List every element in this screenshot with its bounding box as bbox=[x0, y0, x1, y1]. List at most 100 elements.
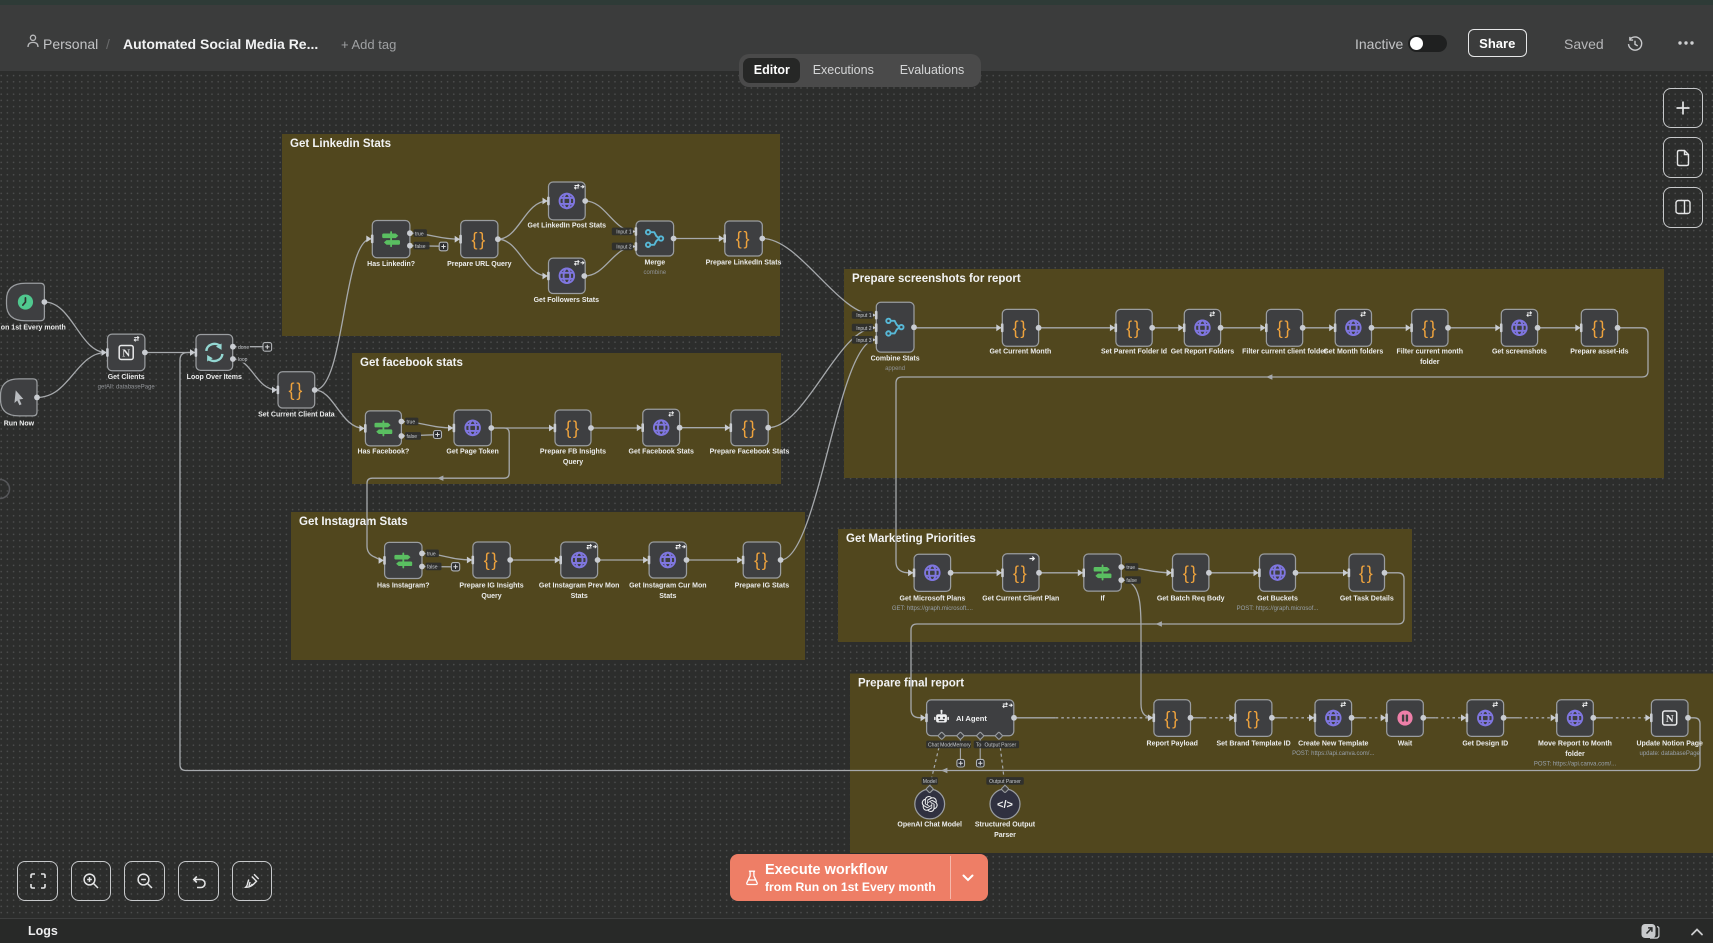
svg-text:POST: https://api.canva.com/..: POST: https://api.canva.com/... bbox=[1292, 751, 1375, 757]
svg-text:GET: https://graph.microsoft..: GET: https://graph.microsoft.... bbox=[892, 606, 973, 612]
svg-text:Input 2: Input 2 bbox=[856, 326, 872, 332]
svg-text:Set Brand Template ID: Set Brand Template ID bbox=[1217, 741, 1291, 748]
svg-text:false: false bbox=[427, 565, 438, 571]
svg-text:Get Facebook Stats: Get Facebook Stats bbox=[629, 449, 694, 456]
svg-text:{}: {} bbox=[1246, 708, 1262, 728]
svg-text:Get LinkedIn Post Stats: Get LinkedIn Post Stats bbox=[528, 223, 607, 230]
svg-text:Input 1: Input 1 bbox=[856, 313, 872, 319]
svg-text:update: databasePage: update: databasePage bbox=[1640, 751, 1701, 757]
svg-text:Combine Stats: Combine Stats bbox=[871, 356, 920, 363]
svg-text:Model: Model bbox=[923, 779, 937, 785]
svg-text:Get Instagram Prev Mon: Get Instagram Prev Mon bbox=[539, 583, 620, 590]
svg-text:Get Clients: Get Clients bbox=[108, 374, 145, 381]
svg-text:getAll: databasePage: getAll: databasePage bbox=[98, 384, 156, 390]
svg-text:POST: https://api.canva.com/..: POST: https://api.canva.com/... bbox=[1534, 761, 1617, 767]
svg-text:Prepare FB Insights: Prepare FB Insights bbox=[540, 449, 606, 456]
svg-text:Memory: Memory bbox=[952, 743, 971, 749]
svg-text:Prepare Facebook Stats: Prepare Facebook Stats bbox=[710, 449, 790, 456]
svg-text:Structured Output: Structured Output bbox=[975, 822, 1036, 829]
svg-text:Prepare asset-ids: Prepare asset-ids bbox=[1570, 349, 1628, 356]
svg-text:Has Linkedin?: Has Linkedin? bbox=[367, 261, 415, 268]
svg-text:Get Current Client Plan: Get Current Client Plan bbox=[982, 596, 1059, 603]
svg-text:{}: {} bbox=[736, 229, 752, 249]
svg-text:{}: {} bbox=[1592, 318, 1608, 338]
svg-text:{}: {} bbox=[1164, 708, 1180, 728]
svg-text:If: If bbox=[1100, 596, 1105, 603]
svg-text:Parser: Parser bbox=[994, 832, 1016, 839]
svg-text:false: false bbox=[407, 434, 418, 440]
svg-text:true: true bbox=[407, 420, 416, 426]
svg-text:Merge: Merge bbox=[644, 260, 665, 267]
svg-text:Run Now: Run Now bbox=[4, 421, 35, 428]
svg-text:Query: Query bbox=[481, 593, 501, 600]
svg-text:true: true bbox=[1126, 565, 1135, 571]
svg-text:Get Instagram Cur Mon: Get Instagram Cur Mon bbox=[629, 583, 706, 590]
svg-text:Get Task Details: Get Task Details bbox=[1340, 596, 1394, 603]
svg-text:Loop Over Items: Loop Over Items bbox=[187, 374, 242, 381]
svg-text:Get Page Token: Get Page Token bbox=[446, 449, 498, 456]
svg-text:Get Report Folders: Get Report Folders bbox=[1171, 349, 1235, 356]
svg-text:Input 2: Input 2 bbox=[616, 245, 632, 251]
svg-text:done: done bbox=[238, 345, 249, 351]
svg-text:{}: {} bbox=[742, 418, 758, 438]
svg-text:Prepare IG Stats: Prepare IG Stats bbox=[735, 583, 790, 590]
svg-text:Query: Query bbox=[563, 459, 583, 466]
svg-text:Get Linkedin Stats: Get Linkedin Stats bbox=[290, 138, 391, 150]
svg-text:true: true bbox=[427, 552, 436, 558]
svg-text:{}: {} bbox=[754, 550, 770, 570]
svg-text:{}: {} bbox=[1422, 318, 1438, 338]
svg-text:Output Parser: Output Parser bbox=[989, 779, 1021, 785]
svg-text:Report Payload: Report Payload bbox=[1147, 741, 1198, 748]
svg-text:{}: {} bbox=[1183, 563, 1199, 583]
svg-text:Prepare URL Query: Prepare URL Query bbox=[447, 261, 512, 268]
svg-text:</>: </> bbox=[997, 799, 1013, 811]
svg-text:{}: {} bbox=[1013, 318, 1029, 338]
svg-text:Chat Model: Chat Model bbox=[928, 743, 954, 749]
svg-text:append: append bbox=[885, 366, 905, 372]
svg-text:Prepare screenshots for report: Prepare screenshots for report bbox=[852, 273, 1021, 285]
svg-text:false: false bbox=[1126, 578, 1137, 584]
svg-text:Input 3: Input 3 bbox=[856, 338, 872, 344]
svg-text:folder: folder bbox=[1420, 359, 1440, 366]
svg-text:Get Microsoft Plans: Get Microsoft Plans bbox=[900, 596, 966, 603]
svg-text:folder: folder bbox=[1565, 751, 1585, 758]
svg-text:Get Instagram Stats: Get Instagram Stats bbox=[299, 516, 408, 528]
svg-text:Get Month folders: Get Month folders bbox=[1323, 349, 1383, 356]
svg-text:Move Report to Month: Move Report to Month bbox=[1538, 741, 1612, 748]
svg-text:Stats: Stats bbox=[571, 593, 588, 600]
svg-text:true: true bbox=[415, 231, 424, 237]
svg-text:Get Design ID: Get Design ID bbox=[1462, 741, 1508, 748]
svg-text:Filter current month: Filter current month bbox=[1397, 349, 1464, 356]
svg-text:Prepare IG Insights: Prepare IG Insights bbox=[459, 583, 523, 590]
svg-text:Run on 1st Every month: Run on 1st Every month bbox=[0, 325, 66, 332]
svg-text:Get Followers Stats: Get Followers Stats bbox=[534, 297, 599, 304]
svg-text:N: N bbox=[122, 347, 130, 359]
svg-text:Output Parser: Output Parser bbox=[984, 743, 1016, 749]
svg-text:{}: {} bbox=[1126, 318, 1142, 338]
svg-text:combine: combine bbox=[643, 270, 666, 276]
svg-text:Set Parent Folder Id: Set Parent Folder Id bbox=[1101, 349, 1167, 356]
svg-text:Update Notion Page: Update Notion Page bbox=[1636, 741, 1703, 748]
svg-text:OpenAI Chat Model: OpenAI Chat Model bbox=[897, 822, 962, 829]
svg-text:Filter current client folder: Filter current client folder bbox=[1242, 349, 1327, 356]
svg-text:N: N bbox=[1666, 713, 1674, 725]
svg-text:Has Instagram?: Has Instagram? bbox=[377, 583, 430, 590]
svg-text:{}: {} bbox=[565, 418, 581, 438]
svg-text:Get Buckets: Get Buckets bbox=[1257, 596, 1298, 603]
svg-text:{}: {} bbox=[1359, 563, 1375, 583]
svg-text:{}: {} bbox=[484, 550, 500, 570]
svg-text:Get screenshots: Get screenshots bbox=[1492, 349, 1547, 356]
svg-text:Input 1: Input 1 bbox=[616, 230, 632, 236]
svg-text:Get Current Month: Get Current Month bbox=[989, 349, 1051, 356]
svg-text:Get Marketing Priorities: Get Marketing Priorities bbox=[846, 533, 976, 545]
svg-text:Has Facebook?: Has Facebook? bbox=[358, 449, 410, 456]
svg-text:Get Batch Req Body: Get Batch Req Body bbox=[1157, 596, 1225, 603]
svg-text:false: false bbox=[415, 244, 426, 250]
svg-text:Prepare LinkedIn Stats: Prepare LinkedIn Stats bbox=[706, 260, 782, 267]
svg-text:{}: {} bbox=[471, 229, 487, 249]
svg-text:Wait: Wait bbox=[1398, 741, 1413, 748]
svg-text:AI Agent: AI Agent bbox=[956, 714, 987, 723]
svg-text:{}: {} bbox=[1013, 563, 1029, 583]
svg-text:Stats: Stats bbox=[659, 593, 676, 600]
svg-text:POST: https://graph.microsof..: POST: https://graph.microsof... bbox=[1237, 606, 1319, 612]
